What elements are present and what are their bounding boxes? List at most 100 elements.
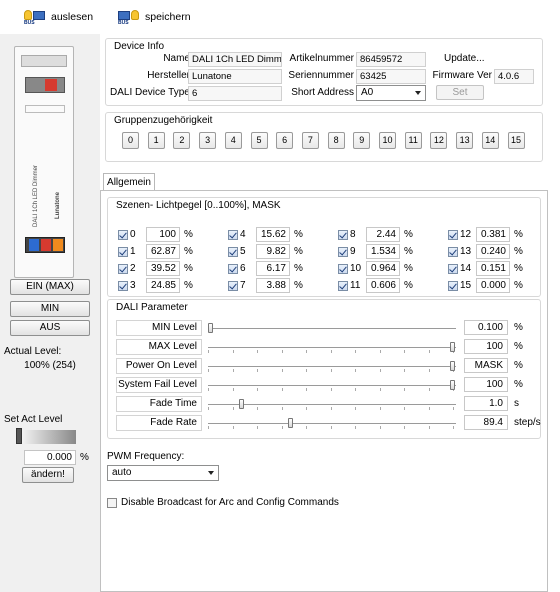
param-slider[interactable] xyxy=(208,339,456,355)
param-slider-thumb[interactable] xyxy=(450,361,455,371)
scene-checkbox[interactable] xyxy=(338,246,348,257)
scene-value[interactable]: 0.381 xyxy=(476,227,510,242)
group-button-15[interactable]: 15 xyxy=(507,132,525,149)
group-button-11[interactable]: 11 xyxy=(404,132,422,149)
scene-value[interactable]: 100 xyxy=(146,227,180,242)
change-button[interactable]: ändern! xyxy=(22,467,74,483)
param-slider-thumb[interactable] xyxy=(450,342,455,352)
tab-allgemein[interactable]: Allgemein xyxy=(103,173,155,191)
set-button[interactable]: Set xyxy=(436,85,484,100)
min-button[interactable]: MIN xyxy=(10,301,90,317)
scene-value[interactable]: 0.000 xyxy=(476,278,510,293)
save-button[interactable]: BUS speichern xyxy=(118,8,191,26)
short-address-select[interactable]: A0 xyxy=(356,85,426,101)
group-button-1[interactable]: 1 xyxy=(147,132,165,149)
scene-checkbox[interactable] xyxy=(448,280,458,291)
scene-value[interactable]: 1.534 xyxy=(366,244,400,259)
broadcast-option[interactable]: Disable Broadcast for Arc and Config Com… xyxy=(107,497,339,508)
scene-value[interactable]: 2.44 xyxy=(366,227,400,242)
scene-checkbox[interactable] xyxy=(118,246,128,257)
param-value[interactable]: 89.4 xyxy=(464,415,508,430)
group-button-7[interactable]: 7 xyxy=(301,132,319,149)
scene-number: 9 xyxy=(350,246,356,257)
group-button-0[interactable]: 0 xyxy=(122,132,139,149)
param-slider-thumb[interactable] xyxy=(450,380,455,390)
param-value[interactable]: MASK xyxy=(464,358,508,373)
scene-value[interactable]: 0.151 xyxy=(476,261,510,276)
param-slider[interactable] xyxy=(208,415,456,431)
scene-value[interactable]: 0.240 xyxy=(476,244,510,259)
scene-checkbox[interactable] xyxy=(118,263,128,274)
broadcast-checkbox[interactable] xyxy=(107,497,117,508)
scene-checkbox[interactable] xyxy=(338,280,348,291)
param-unit: s xyxy=(514,398,519,409)
broadcast-label: Disable Broadcast for Arc and Config Com… xyxy=(121,497,339,508)
scene-checkbox[interactable] xyxy=(338,263,348,274)
param-value[interactable]: 0.100 xyxy=(464,320,508,335)
scene-number: 5 xyxy=(240,246,246,257)
bus-read-icon: BUS xyxy=(24,10,46,26)
scene-number: 11 xyxy=(350,280,361,291)
param-slider[interactable] xyxy=(208,320,456,336)
param-unit: % xyxy=(514,341,523,352)
group-button-2[interactable]: 2 xyxy=(173,132,191,149)
scene-number: 4 xyxy=(240,229,246,240)
scene-value[interactable]: 62.87 xyxy=(146,244,180,259)
device-info-title: Device Info xyxy=(114,41,165,52)
group-button-12[interactable]: 12 xyxy=(430,132,448,149)
param-value[interactable]: 100 xyxy=(464,377,508,392)
scene-unit: % xyxy=(294,246,303,257)
scene-checkbox[interactable] xyxy=(228,263,238,274)
scene-checkbox[interactable] xyxy=(338,229,348,240)
chevron-down-icon xyxy=(415,91,421,95)
scene-checkbox[interactable] xyxy=(118,280,128,291)
group-button-3[interactable]: 3 xyxy=(199,132,217,149)
group-button-10[interactable]: 10 xyxy=(379,132,396,149)
group-button-4[interactable]: 4 xyxy=(224,132,242,149)
group-button-8[interactable]: 8 xyxy=(327,132,345,149)
param-slider-thumb[interactable] xyxy=(287,418,293,428)
off-button[interactable]: AUS xyxy=(10,320,90,336)
scene-checkbox[interactable] xyxy=(118,229,128,240)
on-max-button[interactable]: EIN (MAX) xyxy=(10,279,90,295)
serial-label: Seriennummer xyxy=(288,70,354,81)
scene-checkbox[interactable] xyxy=(228,280,238,291)
param-label: Fade Rate xyxy=(116,415,202,431)
scene-value[interactable]: 0.964 xyxy=(366,261,400,276)
group-button-9[interactable]: 9 xyxy=(353,132,371,149)
set-level-input[interactable]: 0.000 xyxy=(24,450,76,465)
param-value[interactable]: 1.0 xyxy=(464,396,508,411)
scene-checkbox[interactable] xyxy=(228,246,238,257)
group-button-13[interactable]: 13 xyxy=(456,132,474,149)
group-button-5[interactable]: 5 xyxy=(250,132,268,149)
param-unit: % xyxy=(514,360,523,371)
scene-number: 10 xyxy=(350,263,362,274)
update-link[interactable]: Update... xyxy=(444,53,485,64)
article-field: 86459572 xyxy=(356,52,426,67)
pwm-select[interactable]: auto xyxy=(107,465,219,481)
scene-checkbox[interactable] xyxy=(228,229,238,240)
scene-value[interactable]: 9.82 xyxy=(256,244,290,259)
set-level-slider[interactable] xyxy=(16,428,76,444)
param-value[interactable]: 100 xyxy=(464,339,508,354)
scene-checkbox[interactable] xyxy=(448,263,458,274)
read-button[interactable]: BUS auslesen xyxy=(24,8,93,26)
scene-unit: % xyxy=(184,229,193,240)
scene-value[interactable]: 0.606 xyxy=(366,278,400,293)
scene-row: 15 0.000% xyxy=(448,277,523,294)
set-level-thumb[interactable] xyxy=(16,428,22,444)
scene-value[interactable]: 3.88 xyxy=(256,278,290,293)
param-slider-thumb[interactable] xyxy=(239,399,245,409)
group-button-14[interactable]: 14 xyxy=(481,132,499,149)
scene-value[interactable]: 24.85 xyxy=(146,278,180,293)
scene-value[interactable]: 39.52 xyxy=(146,261,180,276)
group-button-6[interactable]: 6 xyxy=(276,132,294,149)
scene-checkbox[interactable] xyxy=(448,229,458,240)
scene-checkbox[interactable] xyxy=(448,246,458,257)
param-slider-thumb[interactable] xyxy=(208,323,213,333)
scene-value[interactable]: 15.62 xyxy=(256,227,290,242)
param-slider[interactable] xyxy=(208,358,456,374)
scene-value[interactable]: 6.17 xyxy=(256,261,290,276)
param-slider[interactable] xyxy=(208,396,456,412)
param-slider[interactable] xyxy=(208,377,456,393)
